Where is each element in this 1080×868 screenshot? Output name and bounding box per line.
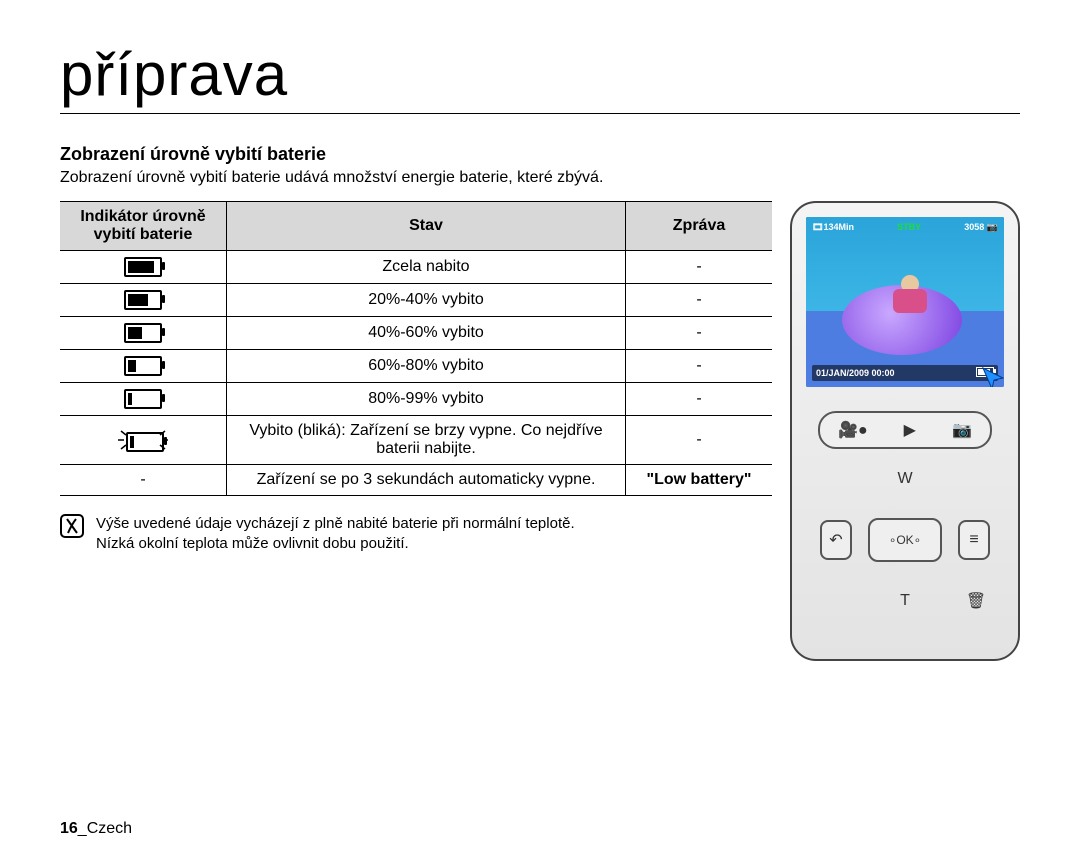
video-icon: 🎥● [838,420,868,440]
battery-indicator-cell [60,284,227,317]
battery-indicator-cell [60,416,227,465]
nav-pad: W ↶ ∘ OK ∘ ≡ T 🗑 [820,465,990,615]
battery-indicator-cell [60,350,227,383]
table-row: Vybito (bliká): Zařízení se brzy vypne. … [60,416,772,465]
camera-icon: 📷 [952,420,972,440]
screen-bottom-bar: 01/JAN/2009 00:00 [812,365,998,381]
section-description: Zobrazení úrovně vybití baterie udává mn… [60,169,1020,187]
camera-small-icon: 📷 [987,222,998,232]
table-header-indicator: Indikátor úrovně vybití baterie [60,202,227,251]
note-text: Výše uvedené údaje vycházejí z plně nabi… [96,514,575,555]
state-cell: 20%-40% vybito [227,284,626,317]
section-title: Zobrazení úrovně vybití baterie [60,144,1020,165]
battery-1bar-icon [124,356,162,376]
battery-0bar-icon [124,389,162,409]
battery-indicator-cell [60,251,227,284]
state-cell: 80%-99% vybito [227,383,626,416]
battery-blink-icon [116,427,170,453]
camcorder-illustration: 🎞134Min STBY 3058 📷 01/JAN/2009 00:00 🎥● [790,201,1020,661]
ok-button[interactable]: ∘ OK ∘ [868,518,942,562]
page-title: příprava [60,40,1020,114]
table-row: 60%-80% vybito - [60,350,772,383]
state-cell: Zcela nabito [227,251,626,284]
battery-level-table: Indikátor úrovně vybití baterie Stav Zpr… [60,201,772,496]
screen-top-bar: 🎞134Min STBY 3058 📷 [812,222,998,233]
note-line: Nízká okolní teplota může ovlivnit dobu … [96,534,575,554]
content-row: Indikátor úrovně vybití baterie Stav Zpr… [60,201,1020,661]
manual-page: příprava Zobrazení úrovně vybití baterie… [0,0,1080,868]
message-cell: - [626,383,773,416]
message-cell: "Low battery" [626,465,773,496]
battery-indicator-cell [60,383,227,416]
note-line: Výše uvedené údaje vycházejí z plně nabi… [96,514,575,534]
trash-hand-icon[interactable]: 🗑 [962,587,990,615]
table-row: 40%-60% vybito - [60,317,772,350]
message-cell: - [626,251,773,284]
page-number: 16 [60,820,78,837]
message-cell: - [626,317,773,350]
message-cell: - [626,350,773,383]
menu-button[interactable]: ≡ [958,520,990,560]
datetime-label: 01/JAN/2009 00:00 [816,368,895,378]
left-column: Indikátor úrovně vybití baterie Stav Zpr… [60,201,772,555]
back-button[interactable]: ↶ [820,520,852,560]
battery-3bar-icon [124,290,162,310]
remaining-time-icon: 🎞134Min [812,222,854,233]
table-row: 80%-99% vybito - [60,383,772,416]
note-icon [60,514,84,538]
battery-osd-indicator [976,367,994,379]
table-header-message: Zpráva [626,202,773,251]
battery-indicator-cell [60,317,227,350]
remaining-shots: 3058 📷 [964,222,998,233]
play-icon: ▶ [904,420,916,440]
mode-selector[interactable]: 🎥● ▶ 📷 [818,411,992,449]
message-cell: - [626,284,773,317]
remaining-time: 134Min [823,222,854,232]
battery-indicator-cell: - [60,465,227,496]
table-row: - Zařízení se po 3 sekundách automaticky… [60,465,772,496]
standby-label: STBY [897,222,921,233]
camcorder-screen: 🎞134Min STBY 3058 📷 01/JAN/2009 00:00 [806,217,1004,387]
table-row: Zcela nabito - [60,251,772,284]
state-cell: Zařízení se po 3 sekundách automaticky v… [227,465,626,496]
footer-language: Czech [87,820,132,837]
zoom-tele-button[interactable]: T [891,587,919,615]
state-cell: 40%-60% vybito [227,317,626,350]
state-cell: Vybito (bliká): Zařízení se brzy vypne. … [227,416,626,465]
table-row: 20%-40% vybito - [60,284,772,317]
battery-2bar-icon [124,323,162,343]
message-cell: - [626,416,773,465]
zoom-wide-button[interactable]: W [891,465,919,493]
page-footer: 16_Czech [60,820,132,838]
screen-person [881,275,941,330]
table-header-state: Stav [227,202,626,251]
state-cell: 60%-80% vybito [227,350,626,383]
battery-full-icon [124,257,162,277]
note: Výše uvedené údaje vycházejí z plně nabi… [60,514,772,555]
